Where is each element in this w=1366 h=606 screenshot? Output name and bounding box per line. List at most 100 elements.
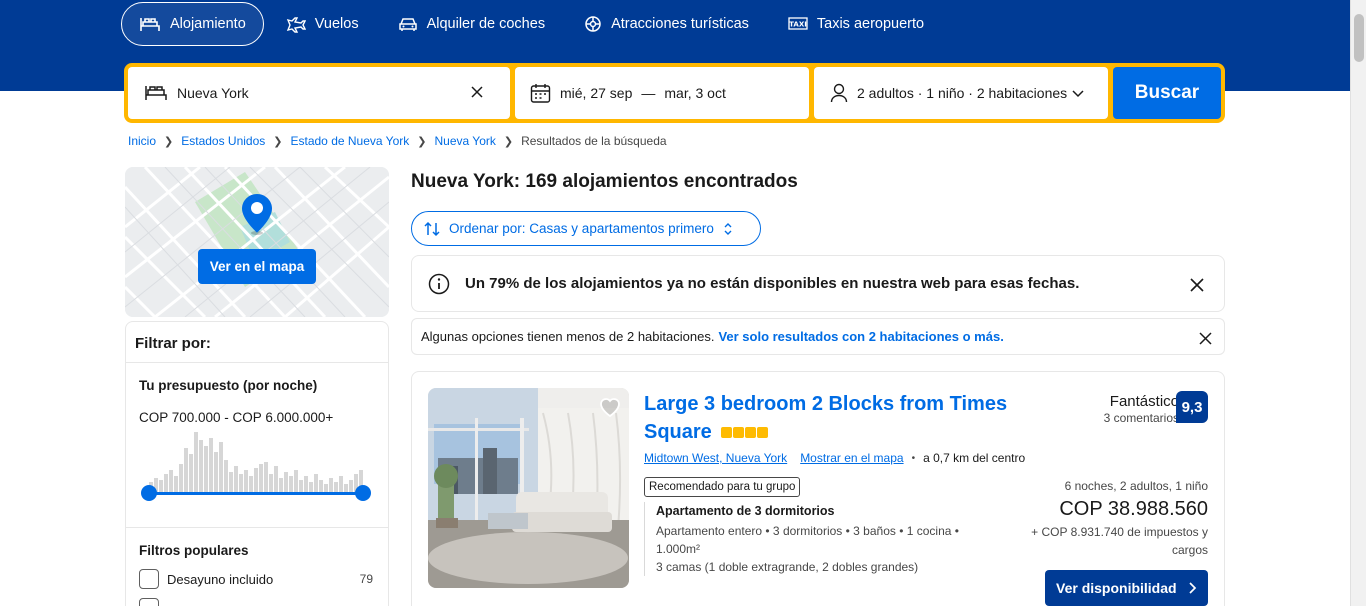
distance-text: a 0,7 km del centro: [923, 451, 1026, 465]
scrollbar-thumb[interactable]: [1354, 14, 1364, 62]
main-nav: Alojamiento Vuelos Alquiler de coches At…: [121, 2, 946, 46]
results-title: Nueva York: 169 alojamientos encontrados: [411, 171, 798, 192]
svg-text:TAXI: TAXI: [789, 21, 807, 29]
star-icon: [721, 427, 733, 439]
filter-option[interactable]: Desayuno incluido 79: [139, 569, 373, 589]
person-icon: [830, 83, 848, 103]
search-bar: Nueva York mié, 27 sep — mar, 3 oct 2 ad…: [124, 63, 1225, 123]
close-icon[interactable]: [1199, 332, 1212, 345]
checkout-date[interactable]: mar, 3 oct: [664, 85, 725, 101]
nav-label: Alojamiento: [170, 16, 246, 32]
budget-slider-max-handle[interactable]: [355, 485, 371, 501]
property-photo[interactable]: [428, 388, 629, 588]
breadcrumb-current: Resultados de la búsqueda: [521, 134, 667, 148]
view-map-button[interactable]: Ver en el mapa: [198, 249, 316, 284]
notice-text: Algunas opciones tienen menos de 2 habit…: [421, 329, 715, 344]
unit-details: Apartamento de 3 dormitorios Apartamento…: [644, 502, 974, 576]
close-icon[interactable]: [1190, 278, 1204, 292]
search-button[interactable]: Buscar: [1113, 67, 1221, 119]
dates-field[interactable]: mié, 27 sep — mar, 3 oct: [515, 67, 809, 119]
sort-label: Ordenar por: Casas y apartamentos primer…: [449, 221, 714, 236]
car-icon: [398, 18, 417, 31]
breadcrumb-link[interactable]: Inicio: [128, 134, 156, 148]
guests-field[interactable]: 2 adultos · 1 niño · 2 habitaciones: [814, 67, 1108, 119]
filters-title: Filtrar por:: [126, 322, 388, 363]
see-availability-button[interactable]: Ver disponibilidad: [1045, 570, 1208, 606]
rating-label: Fantástico: [1109, 393, 1179, 410]
location-link[interactable]: Midtown West, Nueva York: [644, 451, 787, 465]
checkbox[interactable]: [139, 598, 159, 606]
bed-info: 3 camas (1 doble extragrande, 2 dobles g…: [656, 560, 919, 574]
notice-link[interactable]: Ver solo resultados con 2 habitaciones o…: [718, 329, 1003, 344]
nav-item-alojamiento[interactable]: Alojamiento: [121, 2, 264, 46]
filter-option-label: Desayuno incluido: [167, 571, 274, 587]
rooms-notice: Algunas opciones tienen menos de 2 habit…: [411, 318, 1225, 355]
taxes-text: + COP 8.931.740 de impuestos y cargos: [1031, 525, 1208, 557]
review-count[interactable]: 3 comentarios: [1104, 411, 1179, 425]
alert-text: Un 79% de los alojamientos ya no están d…: [465, 275, 1080, 292]
breadcrumb-link[interactable]: Estado de Nueva York: [291, 134, 410, 148]
dot-separator: •: [911, 452, 916, 464]
page-scrollbar[interactable]: [1350, 0, 1366, 606]
apartment-interior-image: [428, 388, 629, 588]
heart-icon[interactable]: [598, 396, 622, 418]
guests-summary[interactable]: 2 adultos · 1 niño · 2 habitaciones: [857, 85, 1067, 101]
filters-panel: Filtrar por: Tu presupuesto (por noche) …: [125, 321, 389, 606]
divider: [126, 527, 388, 528]
attractions-icon: [585, 16, 601, 32]
budget-title: Tu presupuesto (por noche): [139, 378, 318, 393]
price: COP 38.988.560: [1059, 498, 1208, 520]
location-row: Midtown West, Nueva York Mostrar en el m…: [644, 451, 1025, 465]
nav-label: Atracciones turísticas: [611, 16, 749, 32]
nav-item-taxis[interactable]: TAXI Taxis aeropuerto: [771, 2, 941, 46]
chevron-right-icon: ❯: [273, 135, 283, 148]
see-availability-label: Ver disponibilidad: [1056, 580, 1177, 596]
review-score-badge: 9,3: [1176, 391, 1208, 423]
map-background: [125, 167, 389, 317]
breadcrumb-link[interactable]: Nueva York: [434, 134, 495, 148]
info-icon: [428, 273, 450, 294]
nav-item-vuelos[interactable]: Vuelos: [269, 2, 376, 46]
property-title[interactable]: Large 3 bedroom 2 Blocks from Times Squa…: [644, 390, 1034, 446]
filter-option-count: 79: [359, 572, 373, 586]
nav-item-coches[interactable]: Alquiler de coches: [381, 2, 563, 46]
sort-button[interactable]: Ordenar por: Casas y apartamentos primer…: [411, 211, 761, 246]
chevron-right-icon: ❯: [164, 135, 174, 148]
star-rating: [721, 427, 769, 439]
plane-icon: [286, 17, 306, 33]
clear-icon[interactable]: [469, 84, 485, 100]
show-on-map-link[interactable]: Mostrar en el mapa: [800, 451, 903, 465]
destination-input[interactable]: Nueva York: [177, 85, 249, 101]
unit-title: Apartamento de 3 dormitorios: [656, 504, 835, 518]
unit-description: Apartamento entero • 3 dormitorios • 3 b…: [656, 524, 959, 556]
popular-filters-title: Filtros populares: [139, 543, 249, 558]
nav-item-atracciones[interactable]: Atracciones turísticas: [567, 2, 766, 46]
nav-label: Vuelos: [314, 16, 359, 32]
chevron-updown-icon: [724, 222, 732, 235]
budget-slider-track[interactable]: [149, 492, 363, 495]
destination-field[interactable]: Nueva York: [128, 67, 510, 119]
bed-icon: [145, 86, 167, 100]
taxi-icon: TAXI: [788, 17, 808, 30]
chevron-right-icon: [1188, 582, 1196, 594]
checkbox[interactable]: [139, 569, 159, 589]
chevron-right-icon: ❯: [417, 135, 427, 148]
price-histogram: [149, 432, 363, 492]
budget-slider-min-handle[interactable]: [141, 485, 157, 501]
nav-label: Taxis aeropuerto: [816, 16, 925, 32]
map-pin-icon: [242, 194, 272, 235]
breadcrumb-link[interactable]: Estados Unidos: [181, 134, 265, 148]
nav-label: Alquiler de coches: [426, 16, 546, 32]
map-thumbnail[interactable]: Ver en el mapa: [125, 167, 389, 317]
budget-range: COP 700.000 - COP 6.000.000+: [139, 410, 334, 425]
chevron-right-icon: ❯: [503, 135, 514, 148]
sort-arrows-icon: [424, 221, 440, 236]
checkin-date[interactable]: mié, 27 sep: [560, 85, 632, 101]
stay-info: 6 noches, 2 adultos, 1 niño: [1064, 479, 1208, 493]
star-icon: [733, 427, 745, 439]
bed-icon: [140, 18, 160, 31]
breadcrumb: Inicio ❯ Estados Unidos ❯ Estado de Nuev…: [128, 134, 667, 148]
filter-option[interactable]: [139, 598, 373, 606]
property-title-text[interactable]: Large 3 bedroom 2 Blocks from Times Squa…: [644, 393, 1007, 443]
dates-separator: —: [641, 85, 656, 101]
